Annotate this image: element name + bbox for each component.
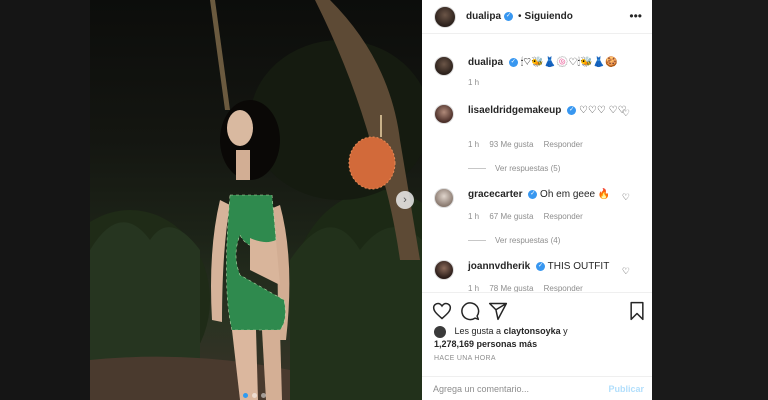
avatar[interactable]: [434, 260, 454, 280]
carousel-dot: [243, 393, 248, 398]
view-replies-button[interactable]: Ver respuestas (5): [468, 164, 560, 173]
photo-scene: [90, 0, 422, 400]
bookmark-icon[interactable]: [627, 301, 647, 321]
heart-icon[interactable]: ♡: [622, 108, 630, 119]
more-options-icon[interactable]: •••: [629, 10, 642, 22]
likes-user[interactable]: claytonsoyka: [504, 326, 561, 336]
comment-text: THIS OUTFIT: [547, 261, 610, 272]
share-icon[interactable]: [488, 301, 508, 321]
avatar[interactable]: [434, 188, 454, 208]
post-timestamp[interactable]: HACE UNA HORA: [434, 355, 496, 362]
view-replies-button[interactable]: Ver respuestas (4): [468, 236, 560, 245]
view-replies-label: Ver respuestas (5): [495, 164, 561, 173]
verified-badge-icon: ✓: [504, 12, 514, 21]
comment-time: 1 h: [468, 212, 480, 221]
avatar[interactable]: [434, 5, 456, 28]
comment-time: 1 h: [468, 140, 480, 149]
heart-icon[interactable]: ♡: [622, 266, 630, 277]
post-actions: Les gusta a claytonsoyka y 1,278,169 per…: [422, 292, 652, 400]
verified-badge-icon: ✓: [508, 57, 518, 67]
replies-divider: [468, 168, 486, 169]
likes-prefix: Les gusta a: [454, 326, 502, 336]
backdrop-left: [0, 0, 90, 400]
chevron-right-icon[interactable]: ›: [396, 191, 414, 209]
caption-username[interactable]: dualipa: [468, 57, 503, 68]
comment-time: 1 h: [468, 284, 480, 292]
post-photo[interactable]: [90, 0, 422, 400]
comment-likes[interactable]: 67 Me gusta: [489, 212, 533, 221]
comment-meta: 1 h 93 Me gusta Responder: [468, 140, 591, 149]
comment-username[interactable]: gracecarter: [468, 189, 522, 200]
comment-body: joannvdherik ✓ THIS OUTFIT: [468, 260, 628, 273]
reply-button[interactable]: Responder: [544, 212, 583, 221]
carousel-dots: [243, 393, 266, 398]
heart-icon[interactable]: ♡: [622, 192, 630, 203]
verified-badge-icon: ✓: [536, 261, 546, 271]
likes-count[interactable]: 1,278,169 personas más: [434, 339, 537, 349]
post-panel: dualipa ✓ • Siguiendo ••• dualipa ✓ 🕯♡🐝👗…: [422, 0, 652, 400]
likes-connector: y: [563, 326, 568, 336]
carousel-dot: [261, 393, 266, 398]
publish-button[interactable]: Publicar: [608, 384, 644, 394]
avatar[interactable]: [434, 325, 446, 338]
comment-likes[interactable]: 78 Me gusta: [489, 284, 533, 292]
comment-text: Oh em geee 🔥: [540, 189, 611, 200]
likes-summary: Les gusta a claytonsoyka y 1,278,169 per…: [434, 325, 568, 351]
comment-body: lisaeldridgemakeup ✓ ♡♡♡ ♡♡: [468, 104, 628, 117]
carousel-dot: [252, 393, 257, 398]
header-separator: •: [518, 11, 522, 22]
verified-badge-icon: ✓: [528, 189, 538, 199]
comments-list[interactable]: dualipa ✓ 🕯♡🐝👗🍥♡🕯🐝👗🍪 1 h lisaeldridgemak…: [422, 34, 652, 292]
comment-meta: 1 h 67 Me gusta Responder: [468, 212, 591, 221]
comment-text: ♡♡♡ ♡♡: [578, 105, 627, 116]
comment-body: gracecarter ✓ Oh em geee 🔥: [468, 188, 628, 201]
avatar[interactable]: [434, 104, 454, 124]
replies-divider: [468, 240, 486, 241]
comment-meta: 1 h 78 Me gusta Responder: [468, 284, 591, 292]
comment-input[interactable]: [433, 384, 609, 394]
caption-time: 1 h: [468, 78, 487, 87]
heart-icon[interactable]: [432, 301, 452, 321]
backdrop-right: [652, 0, 768, 400]
following-button[interactable]: Siguiendo: [525, 11, 573, 22]
comment-icon[interactable]: [460, 301, 480, 321]
post-header: dualipa ✓ • Siguiendo •••: [422, 0, 652, 34]
view-replies-label: Ver respuestas (4): [495, 236, 561, 245]
caption-time-text: 1 h: [468, 78, 480, 87]
comment-username[interactable]: lisaeldridgemakeup: [468, 105, 561, 116]
verified-badge-icon: ✓: [567, 105, 577, 115]
comment-likes[interactable]: 93 Me gusta: [489, 140, 533, 149]
caption-text: 🕯♡🐝👗🍥♡🕯🐝👗🍪: [520, 57, 618, 68]
comment-username[interactable]: joannvdherik: [468, 261, 530, 272]
caption-body: dualipa ✓ 🕯♡🐝👗🍥♡🕯🐝👗🍪: [468, 56, 628, 69]
reply-button[interactable]: Responder: [544, 140, 583, 149]
header-username[interactable]: dualipa: [466, 11, 501, 22]
add-comment-bar: Publicar: [422, 376, 652, 400]
avatar[interactable]: [434, 56, 454, 76]
reply-button[interactable]: Responder: [544, 284, 583, 292]
